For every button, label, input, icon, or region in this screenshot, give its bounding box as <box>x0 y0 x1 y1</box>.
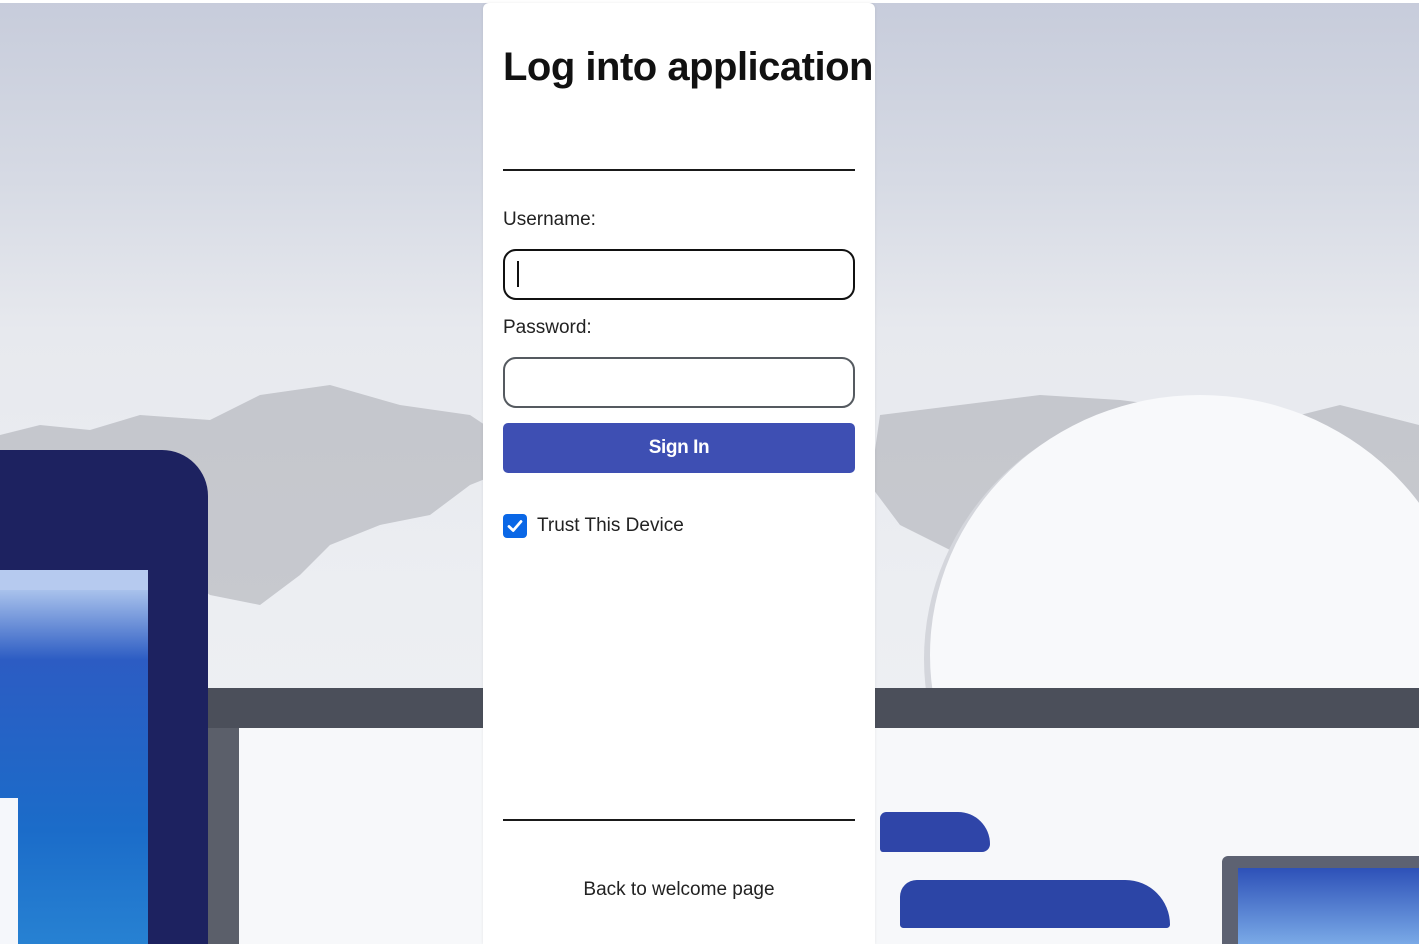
blue-base-graphic <box>900 880 1170 928</box>
checkmark-icon <box>507 520 523 532</box>
username-label: Username: <box>503 209 596 230</box>
blue-object-graphic <box>880 812 990 852</box>
text-caret <box>517 261 519 287</box>
monitor-document-graphic <box>0 798 18 944</box>
top-divider <box>503 169 855 171</box>
trust-device-row[interactable]: Trust This Device <box>503 513 684 539</box>
back-to-welcome-link[interactable]: Back to welcome page <box>503 879 855 901</box>
laptop-screen-graphic <box>1238 868 1419 944</box>
desk-panel-graphic <box>205 728 239 944</box>
login-card: Log into application Username: Password:… <box>483 3 875 944</box>
trust-device-label[interactable]: Trust This Device <box>537 515 684 537</box>
sign-in-button[interactable]: Sign In <box>503 423 855 473</box>
password-label: Password: <box>503 317 592 338</box>
login-title: Log into application <box>503 45 873 89</box>
username-input[interactable] <box>503 249 855 300</box>
password-input[interactable] <box>503 357 855 408</box>
trust-device-checkbox[interactable] <box>503 514 527 538</box>
bottom-divider <box>503 819 855 821</box>
monitor-screen-graphic <box>0 570 148 944</box>
